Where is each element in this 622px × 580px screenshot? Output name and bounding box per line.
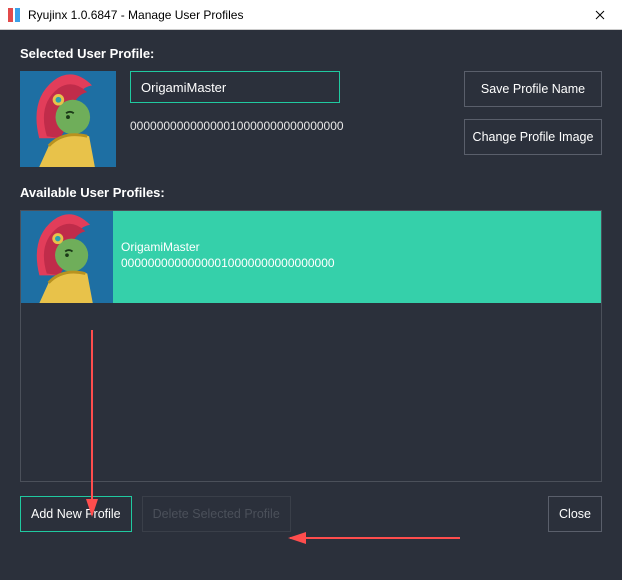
- available-profiles-list[interactable]: OrigamiMaster 00000000000000010000000000…: [20, 210, 602, 482]
- bottom-button-row: Add New Profile Delete Selected Profile …: [20, 496, 602, 532]
- selected-profile-actions: Save Profile Name Change Profile Image: [464, 71, 602, 167]
- selected-profile-fields: 00000000000000010000000000000000: [130, 71, 450, 167]
- profile-list-item[interactable]: OrigamiMaster 00000000000000010000000000…: [21, 211, 601, 303]
- window-close-button[interactable]: [577, 0, 622, 30]
- add-new-profile-button[interactable]: Add New Profile: [20, 496, 132, 532]
- avatar-image: [21, 211, 113, 303]
- selected-profile-row: 00000000000000010000000000000000 Save Pr…: [20, 71, 602, 167]
- profile-item-avatar: [21, 211, 113, 303]
- selected-profile-avatar: [20, 71, 116, 167]
- close-icon: [595, 7, 605, 23]
- save-profile-name-button[interactable]: Save Profile Name: [464, 71, 602, 107]
- profile-uid-text: 00000000000000010000000000000000: [130, 119, 450, 133]
- change-profile-image-button[interactable]: Change Profile Image: [464, 119, 602, 155]
- app-icon: [6, 7, 22, 23]
- profile-item-name: OrigamiMaster: [121, 239, 593, 255]
- window-title: Ryujinx 1.0.6847 - Manage User Profiles: [28, 8, 577, 22]
- available-profiles-label: Available User Profiles:: [20, 185, 602, 200]
- close-button[interactable]: Close: [548, 496, 602, 532]
- profile-item-uid: 00000000000000010000000000000000: [121, 255, 593, 271]
- title-bar: Ryujinx 1.0.6847 - Manage User Profiles: [0, 0, 622, 30]
- selected-profile-label: Selected User Profile:: [20, 46, 602, 61]
- profile-item-info: OrigamiMaster 00000000000000010000000000…: [113, 211, 601, 303]
- delete-selected-profile-button: Delete Selected Profile: [142, 496, 291, 532]
- profile-name-input[interactable]: [130, 71, 340, 103]
- avatar-image: [20, 71, 116, 167]
- dialog-content: Selected User Profile: 00000000000000010…: [0, 30, 622, 580]
